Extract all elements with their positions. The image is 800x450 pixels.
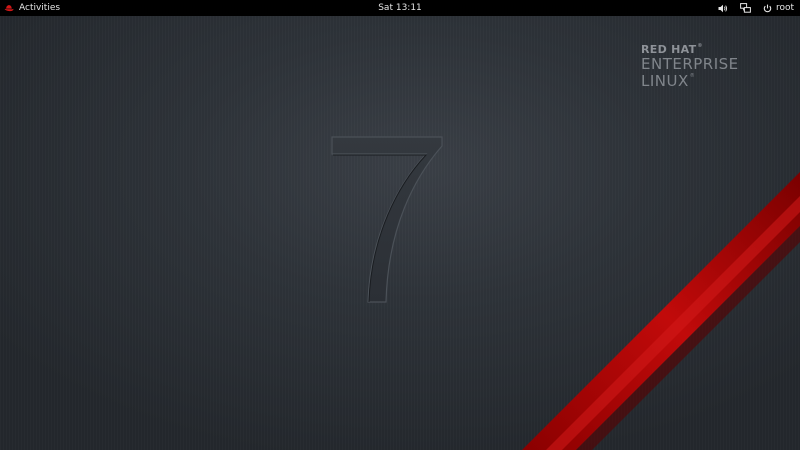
network-button[interactable] (740, 3, 751, 13)
red-hat-fedora-icon (4, 4, 14, 13)
logo-line-enterprise: ENTERPRISE (641, 55, 739, 73)
logo-line-linux: LINUX® (641, 72, 696, 90)
system-tray: root (718, 0, 794, 16)
red-hat-enterprise-linux-logo: RED HAT® ENTERPRISE LINUX® (641, 44, 739, 89)
clock-label[interactable]: Sat 13:11 (378, 3, 422, 13)
power-icon (763, 4, 772, 13)
user-name-label: root (775, 3, 794, 13)
logo-line-red-hat: RED HAT® (641, 43, 703, 56)
clock: Sat 13:11 (0, 0, 800, 16)
user-menu-button[interactable]: root (763, 0, 794, 16)
desktop-background: 7 RED HAT® ENTERPRISE LINUX® (0, 16, 800, 450)
network-icon (740, 3, 751, 13)
activities-label: Activities (19, 3, 61, 13)
volume-button[interactable] (718, 4, 728, 13)
volume-icon (718, 4, 728, 13)
top-panel: Activities Sat 13:11 root (0, 0, 800, 16)
activities-button[interactable]: Activities (4, 0, 60, 16)
